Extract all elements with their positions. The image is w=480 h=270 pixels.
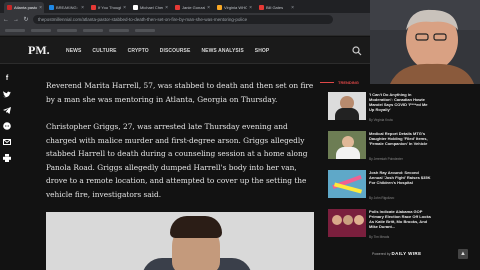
story-thumbnail[interactable] bbox=[328, 209, 366, 237]
bookmark-item[interactable] bbox=[5, 29, 25, 32]
powered-by-label: Powered by bbox=[372, 252, 391, 256]
reload-icon[interactable]: ↻ bbox=[23, 16, 29, 23]
close-tab-icon[interactable]: × bbox=[291, 5, 294, 11]
powered-by: Powered by DAILY WIRE bbox=[372, 251, 421, 256]
close-tab-icon[interactable]: × bbox=[207, 5, 210, 11]
video-frame-hair bbox=[170, 216, 222, 238]
nav-shop[interactable]: SHOP bbox=[255, 48, 270, 54]
embedded-video[interactable] bbox=[46, 212, 314, 270]
share-bar: f bbox=[1, 72, 13, 168]
story-title[interactable]: 'I Can't Do Anything in Moderation': Can… bbox=[369, 92, 433, 112]
bookmark-item[interactable] bbox=[83, 29, 103, 32]
trending-story[interactable]: Medical Report Details MTG's Daughter Ho… bbox=[328, 131, 432, 161]
story-byline: By Jeremiah Poindexter bbox=[369, 157, 403, 161]
tab-favicon-icon bbox=[91, 5, 96, 10]
close-tab-icon[interactable]: × bbox=[39, 5, 42, 11]
trending-story[interactable]: Polls Indicate Alabama GOP Primary Elect… bbox=[328, 209, 432, 239]
bookmark-item[interactable] bbox=[109, 29, 129, 32]
article-body: Reverend Marita Harrell, 57, was stabbed… bbox=[46, 79, 316, 215]
nav-discourse[interactable]: DISCOURSE bbox=[160, 48, 191, 54]
article-paragraph: Christopher Griggs, 27, was arrested lat… bbox=[46, 122, 308, 199]
story-byline: By Virginia Kruta bbox=[369, 118, 393, 122]
browser-tab[interactable]: BREAKING: Ponzi × bbox=[46, 2, 86, 13]
browser-tab[interactable]: If You Thought Rebec × bbox=[88, 2, 128, 13]
webcam-overlay bbox=[370, 0, 480, 84]
daily-wire-logo[interactable]: DAILY WIRE bbox=[391, 251, 421, 256]
facebook-icon[interactable]: f bbox=[1, 72, 13, 84]
scroll-to-top-icon[interactable]: ▲ bbox=[458, 249, 468, 259]
story-byline: By John Rigolizzo bbox=[369, 196, 395, 200]
browser-tab[interactable]: Michael Chertoff - W × bbox=[130, 2, 170, 13]
print-icon[interactable] bbox=[1, 152, 13, 164]
tab-favicon-icon bbox=[217, 5, 222, 10]
close-tab-icon[interactable]: × bbox=[81, 5, 84, 11]
nav-crypto[interactable]: CRYPTO bbox=[128, 48, 149, 54]
browser-tab[interactable]: Virginia WHO Declar × bbox=[214, 2, 254, 13]
trending-label: TRENDING bbox=[338, 80, 359, 85]
trending-story[interactable]: Josh Ray Around: Second Annual 'Josh Fig… bbox=[328, 170, 432, 200]
nav-news-analysis[interactable]: NEWS ANALYSIS bbox=[201, 48, 243, 54]
browser-tab[interactable]: Atlanta pastor stabbe × bbox=[4, 2, 44, 13]
telegram-icon[interactable] bbox=[1, 104, 13, 116]
site-logo[interactable]: PM. bbox=[28, 43, 50, 58]
browser-tab[interactable]: Janie Gonzalez - Whit × bbox=[172, 2, 212, 13]
story-thumbnail[interactable] bbox=[328, 170, 366, 198]
close-tab-icon[interactable]: × bbox=[249, 5, 252, 11]
bookmark-item[interactable] bbox=[57, 29, 77, 32]
nav-news[interactable]: NEWS bbox=[66, 48, 81, 54]
bookmark-item[interactable] bbox=[135, 29, 155, 32]
site-nav: NEWS CULTURE CRYPTO DISCOURSE NEWS ANALY… bbox=[66, 48, 269, 54]
story-title[interactable]: Polls Indicate Alabama GOP Primary Elect… bbox=[369, 209, 433, 229]
tab-title: Atlanta pastor stabbe bbox=[14, 5, 38, 10]
divider bbox=[320, 82, 334, 83]
story-title[interactable]: Josh Ray Around: Second Annual 'Josh Fig… bbox=[369, 170, 433, 185]
tab-title: Bill Gates bbox=[266, 5, 284, 10]
back-icon[interactable]: ← bbox=[3, 17, 9, 23]
close-tab-icon[interactable]: × bbox=[165, 5, 168, 11]
tab-title: If You Thought Rebec bbox=[98, 5, 121, 10]
streamer-video-icon bbox=[370, 0, 480, 84]
tab-favicon-icon bbox=[259, 5, 264, 10]
close-tab-icon[interactable]: × bbox=[123, 5, 126, 11]
story-thumbnail[interactable] bbox=[328, 131, 366, 159]
article-paragraph: Reverend Marita Harrell, 57, was stabbed… bbox=[46, 81, 314, 104]
trending-story[interactable]: 'I Can't Do Anything in Moderation': Can… bbox=[328, 92, 432, 122]
site-header: PM. NEWS CULTURE CRYPTO DISCOURSE NEWS A… bbox=[0, 37, 370, 64]
tab-title: Virginia WHO Declar bbox=[224, 5, 248, 10]
search-icon[interactable] bbox=[352, 46, 362, 56]
tab-title: Michael Chertoff - W bbox=[140, 5, 164, 10]
url-field[interactable]: thepostmillennial.com/atlanta-pastor-sta… bbox=[33, 15, 333, 24]
story-title[interactable]: Medical Report Details MTG's Daughter Ho… bbox=[369, 131, 433, 146]
tab-title: Janie Gonzalez - Whit bbox=[182, 5, 206, 10]
tab-favicon-icon bbox=[49, 5, 54, 10]
tab-favicon-icon bbox=[175, 5, 180, 10]
reddit-icon[interactable] bbox=[1, 120, 13, 132]
tab-favicon-icon bbox=[7, 5, 12, 10]
story-byline: By Tim Meads bbox=[369, 235, 390, 239]
email-icon[interactable] bbox=[1, 136, 13, 148]
bookmark-item[interactable] bbox=[31, 29, 51, 32]
tab-title: BREAKING: Ponzi bbox=[56, 5, 79, 10]
forward-icon[interactable]: → bbox=[13, 17, 19, 23]
tab-favicon-icon bbox=[133, 5, 138, 10]
story-thumbnail[interactable] bbox=[328, 92, 366, 120]
browser-tab[interactable]: Bill Gates × bbox=[256, 2, 296, 13]
twitter-icon[interactable] bbox=[1, 88, 13, 100]
nav-culture[interactable]: CULTURE bbox=[92, 48, 116, 54]
